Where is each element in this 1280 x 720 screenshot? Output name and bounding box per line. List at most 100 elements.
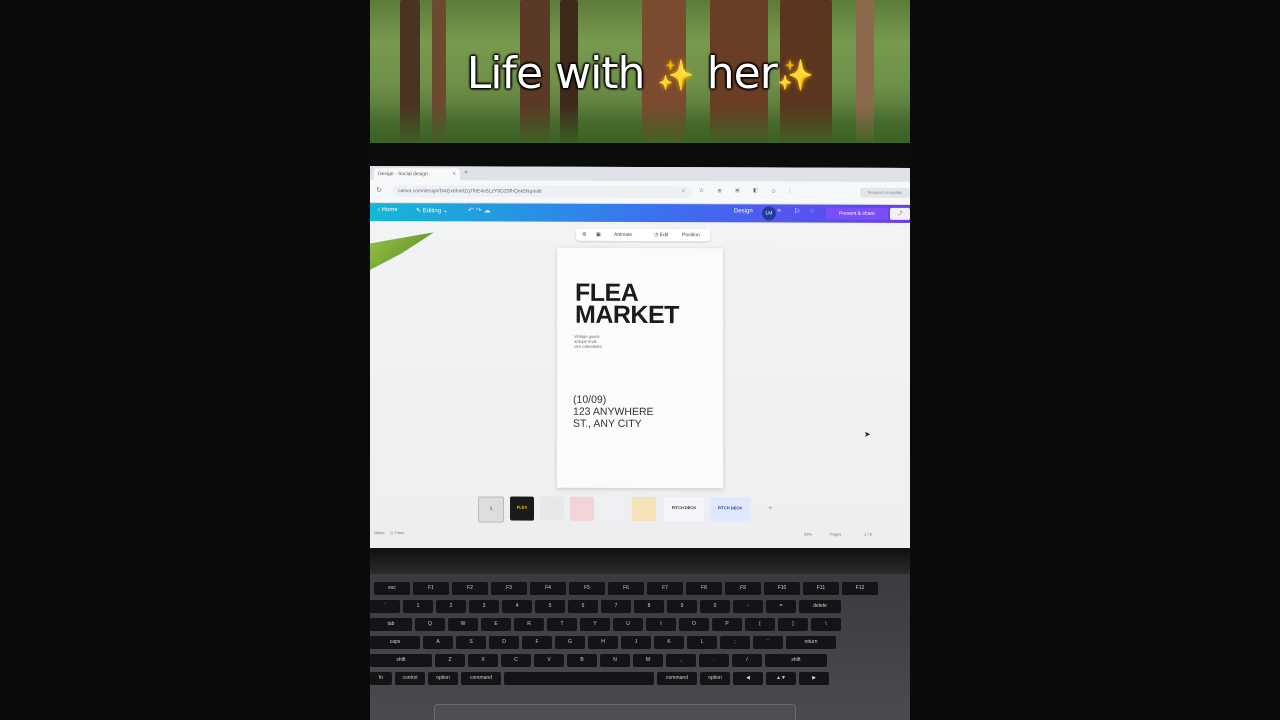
poster-title[interactable]: FLEA MARKET — [575, 279, 679, 329]
page-thumbnail[interactable] — [600, 496, 624, 521]
keyboard-key[interactable]: shift — [370, 654, 432, 667]
design-title[interactable]: Design — [734, 208, 753, 214]
page-thumbnail[interactable]: PITCH DECK — [664, 497, 704, 522]
keyboard-key[interactable]: 8 — [634, 600, 664, 613]
keyboard-key[interactable]: control — [395, 672, 425, 685]
keyboard-key[interactable]: caps — [370, 636, 420, 649]
keyboard-key[interactable]: F7 — [647, 582, 683, 595]
keyboard-key[interactable]: 7 — [601, 600, 631, 613]
undo-redo-icons[interactable]: ↶ ↷ ☁ — [468, 206, 491, 214]
keyboard-key[interactable]: 6 — [568, 600, 598, 613]
keyboard-key[interactable]: delete — [799, 600, 841, 613]
browser-tab[interactable]: Design - Social design × — [374, 168, 460, 181]
keyboard-key[interactable]: M — [633, 654, 663, 667]
keyboard-key[interactable] — [504, 672, 654, 685]
edit-button[interactable]: ◷ Edit — [654, 232, 668, 238]
keyboard-key[interactable]: shift — [765, 654, 827, 667]
keyboard-key[interactable]: ▶ — [799, 672, 829, 685]
page-thumbnail[interactable] — [570, 496, 594, 521]
keyboard-key[interactable]: 2 — [436, 600, 466, 613]
keyboard-key[interactable]: , — [666, 654, 696, 667]
keyboard-key[interactable]: \ — [811, 618, 841, 631]
keyboard-key[interactable]: . — [699, 654, 729, 667]
keyboard-key[interactable]: U — [613, 618, 643, 631]
keyboard-key[interactable]: B — [567, 654, 597, 667]
keyboard-key[interactable]: ▲▼ — [766, 672, 796, 685]
page-thumbnail[interactable] — [632, 496, 656, 522]
timer-button[interactable]: ◷ Timer — [390, 530, 405, 535]
keyboard-key[interactable]: command — [461, 672, 501, 685]
home-button[interactable]: ‹ Home — [378, 207, 398, 213]
keyboard-key[interactable]: 4 — [502, 600, 532, 613]
keyboard-key[interactable]: - — [733, 600, 763, 613]
keyboard-key[interactable]: 3 — [469, 600, 499, 613]
zoom-level[interactable]: 33% — [804, 532, 812, 537]
keyboard-key[interactable]: 9 — [667, 600, 697, 613]
keyboard-key[interactable]: J — [621, 636, 651, 649]
add-collaborator-icon[interactable]: + — [777, 207, 781, 214]
poster-subtext[interactable]: Vintage goods antique finds rare collect… — [574, 334, 602, 349]
keyboard-key[interactable]: option — [428, 672, 458, 685]
editing-dropdown[interactable]: ✎ Editing ⌄ — [416, 207, 448, 214]
keyboard-key[interactable]: F5 — [569, 582, 605, 595]
poster-details[interactable]: (10/09) 123 ANYWHERE ST., ANY CITY — [573, 394, 654, 430]
keyboard-key[interactable]: [ — [745, 618, 775, 631]
keyboard-key[interactable]: E — [481, 618, 511, 631]
keyboard-key[interactable]: option — [700, 672, 730, 685]
add-page-icon[interactable]: + — [768, 503, 773, 512]
position-button[interactable]: Position — [682, 232, 700, 238]
keyboard-key[interactable]: F8 — [686, 582, 722, 595]
keyboard-key[interactable]: F11 — [803, 582, 839, 595]
comment-icon[interactable]: ◌ — [810, 208, 814, 215]
trackpad[interactable] — [434, 704, 796, 720]
keyboard-key[interactable]: ◀ — [733, 672, 763, 685]
duplicate-icon[interactable]: ▣ — [596, 232, 601, 238]
keyboard-key[interactable]: / — [732, 654, 762, 667]
page-thumbnail[interactable]: FLEA — [510, 496, 534, 521]
keyboard-key[interactable]: Y — [580, 618, 610, 631]
page-thumbnail[interactable]: 1 — [478, 496, 504, 523]
keyboard-key[interactable]: S — [456, 636, 486, 649]
settings-icon[interactable]: ⚙ — [582, 232, 586, 238]
keyboard-key[interactable]: N — [600, 654, 630, 667]
keyboard-key[interactable]: return — [786, 636, 836, 649]
page-thumbnail[interactable] — [540, 496, 564, 521]
keyboard-key[interactable]: P — [712, 618, 742, 631]
keyboard-key[interactable]: F10 — [764, 582, 800, 595]
keyboard-key[interactable]: F4 — [530, 582, 566, 595]
keyboard-key[interactable]: ' — [753, 636, 783, 649]
close-icon[interactable]: × — [452, 168, 456, 180]
share-button[interactable]: Present & share — [826, 207, 888, 220]
reload-icon[interactable]: ↻ — [376, 186, 382, 194]
keyboard-key[interactable]: F3 — [491, 582, 527, 595]
keyboard-key[interactable]: fn — [370, 672, 392, 685]
keyboard-key[interactable]: A — [423, 636, 453, 649]
keyboard-key[interactable]: V — [534, 654, 564, 667]
keyboard-key[interactable]: 1 — [403, 600, 433, 613]
keyboard-key[interactable]: 5 — [535, 600, 565, 613]
keyboard-key[interactable]: L — [687, 636, 717, 649]
keyboard-key[interactable]: I — [646, 618, 676, 631]
pages-button[interactable]: Pages — [830, 532, 841, 537]
keyboard-key[interactable]: Z — [435, 654, 465, 667]
keyboard-key[interactable]: 0 — [700, 600, 730, 613]
keyboard-key[interactable]: tab — [370, 618, 412, 631]
keyboard-key[interactable]: Q — [415, 618, 445, 631]
keyboard-key[interactable]: W — [448, 618, 478, 631]
keyboard-key[interactable]: T — [547, 618, 577, 631]
keyboard-key[interactable]: R — [514, 618, 544, 631]
design-page[interactable]: FLEA MARKET Vintage goods antique finds … — [557, 247, 723, 489]
share-icon[interactable]: ⤴ — [890, 207, 910, 220]
keyboard-key[interactable]: F9 — [725, 582, 761, 595]
keyboard-key[interactable]: command — [657, 672, 697, 685]
keyboard-key[interactable]: O — [679, 618, 709, 631]
keyboard-key[interactable]: F12 — [842, 582, 878, 595]
keyboard-key[interactable]: = — [766, 600, 796, 613]
keyboard-key[interactable]: F1 — [413, 582, 449, 595]
relaunch-button[interactable]: Relaunch to update — [860, 187, 910, 198]
address-bar[interactable]: canva.com/design/DAGx6hn0Zq7/bE4n5LzY8GZ… — [392, 185, 692, 199]
avatar[interactable]: LM — [762, 206, 776, 221]
keyboard-key[interactable]: ` — [370, 600, 400, 613]
new-tab-icon[interactable]: + — [464, 169, 468, 176]
keyboard-key[interactable]: X — [468, 654, 498, 667]
